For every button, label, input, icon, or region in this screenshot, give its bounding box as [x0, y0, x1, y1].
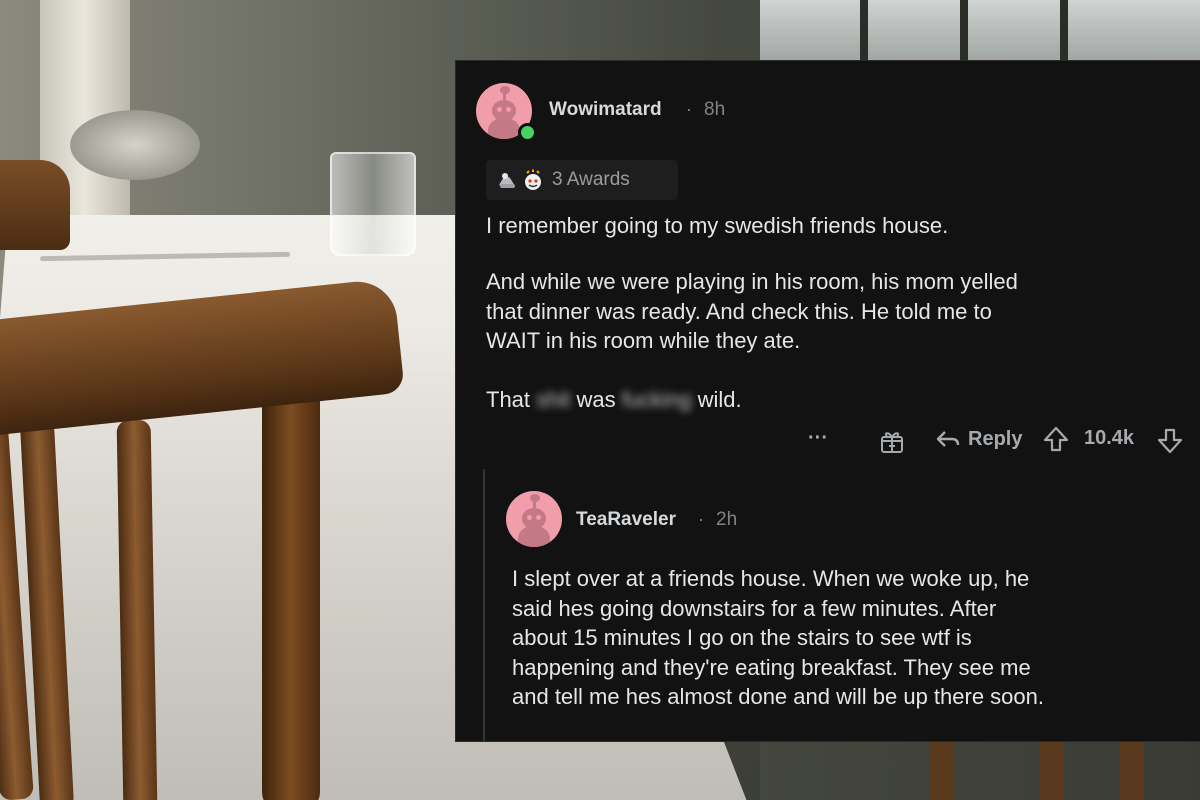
reply-button[interactable]: Reply: [934, 427, 1022, 451]
comment-paragraph: That shit was fucking wild.: [486, 385, 742, 415]
reply-arrow-icon: [936, 431, 960, 447]
vote-score: 10.4k: [1084, 427, 1135, 449]
comment-thread-card: Wowimatard · 8h 3 Awards I remember goin…: [455, 60, 1200, 742]
reply-label: Reply: [968, 427, 1023, 450]
give-award-button[interactable]: [878, 427, 906, 455]
chair-spindle: [116, 419, 158, 800]
upvote-button[interactable]: [1042, 425, 1070, 453]
comment-text: That: [486, 387, 531, 412]
reply-body: I slept over at a friends house. When we…: [512, 564, 1044, 712]
comment-username[interactable]: Wowimatard: [549, 99, 662, 121]
censored-word: fucking: [621, 387, 692, 412]
upvote-icon: [1043, 426, 1069, 452]
comment-line: And while we were playing in his room, h…: [486, 269, 1018, 294]
gift-icon: [881, 432, 903, 453]
reply-line: about 15 minutes I go on the stairs to s…: [512, 625, 972, 650]
water-glass: [330, 152, 416, 256]
chair-leg: [930, 740, 954, 800]
comment-paragraph: And while we were playing in his room, h…: [486, 267, 1018, 356]
chair-leg: [1120, 740, 1144, 800]
reply-timestamp: 2h: [716, 509, 738, 530]
award-icon: [499, 173, 515, 188]
comment-paragraph: I remember going to my swedish friends h…: [486, 213, 949, 238]
background-lamp: [70, 110, 200, 180]
comment-line: WAIT in his room while they ate.: [486, 328, 801, 353]
more-icon: ···: [808, 427, 828, 449]
downvote-button[interactable]: [1156, 427, 1184, 455]
meta-separator: ·: [698, 509, 704, 529]
censored-word: shit: [536, 387, 571, 412]
snoo-avatar-icon[interactable]: [506, 491, 562, 547]
reply-line: and tell me hes almost done and will be …: [512, 684, 1044, 709]
awards-count-label: 3 Awards: [552, 169, 630, 190]
awards-badge[interactable]: 3 Awards: [486, 160, 678, 200]
reply-username[interactable]: TeaRaveler: [576, 509, 676, 531]
reply-line: said hes going downstairs for a few minu…: [512, 595, 997, 621]
reply-line: happening and they're eating breakfast. …: [512, 654, 1031, 680]
more-options-button[interactable]: ···: [808, 427, 828, 450]
thread-line[interactable]: [483, 469, 485, 741]
comment-timestamp: 8h: [704, 99, 726, 120]
comment-line: that dinner was ready. And check this. H…: [486, 298, 992, 324]
award-icon: [525, 169, 541, 190]
comment-text: wild.: [697, 387, 742, 412]
downvote-icon: [1157, 428, 1183, 454]
chair-side: [0, 160, 70, 250]
comment-text: was: [576, 387, 616, 412]
meta-separator: ·: [686, 99, 692, 119]
reply-line: I slept over at a friends house. When we…: [512, 566, 1030, 591]
chair-leg: [1040, 740, 1064, 800]
online-status-indicator: [518, 123, 537, 142]
